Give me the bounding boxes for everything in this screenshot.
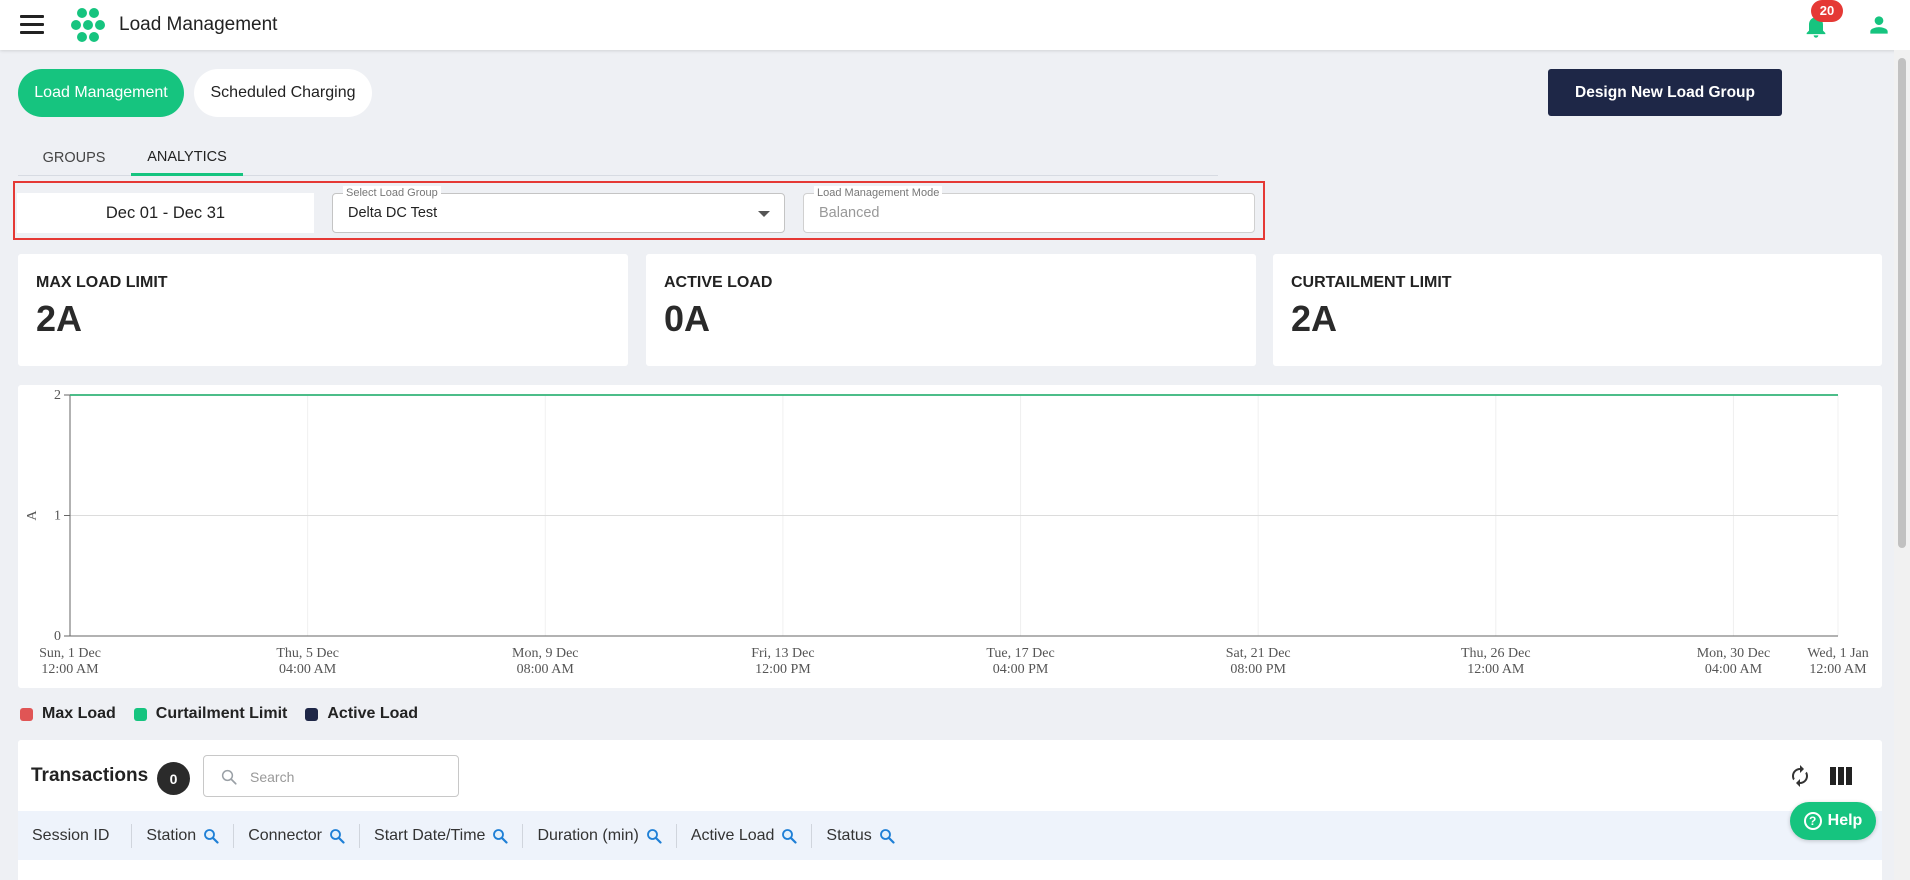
stat-value: 0A: [664, 298, 711, 339]
stat-card-active-load: ACTIVE LOAD 0A: [646, 254, 1256, 366]
legend-swatch: [20, 707, 33, 721]
column-header-label: Station: [146, 826, 197, 844]
search-icon: [221, 769, 237, 785]
load-group-select[interactable]: Select Load Group Delta DC Test: [332, 186, 785, 233]
transactions-table-header: Session ID Station Connector Start Date/Tim…: [18, 811, 1882, 860]
user-icon[interactable]: [1866, 12, 1892, 38]
legend-label: Active Load: [327, 705, 419, 722]
refresh-icon[interactable]: [1788, 764, 1812, 788]
chart-x-tick-label: 12:00 AM: [1467, 662, 1525, 677]
column-header[interactable]: Start Date/Time: [360, 823, 524, 848]
chart-x-tick-label: Mon, 9 Dec: [512, 646, 579, 661]
transactions-count-badge: 0: [157, 762, 190, 795]
chart-x-tick-label: 08:00 PM: [1230, 662, 1286, 677]
column-header[interactable]: Status: [812, 824, 908, 848]
column-filter-icon[interactable]: [781, 828, 798, 844]
stat-label: CURTAILMENT LIMIT: [1291, 274, 1452, 291]
chart-x-tick-label: 12:00 PM: [755, 662, 811, 677]
chart-x-tick-label: Thu, 5 Dec: [276, 646, 339, 661]
column-header[interactable]: Active Load: [677, 823, 813, 848]
chart-x-tick-label: Mon, 30 Dec: [1697, 646, 1771, 661]
help-button[interactable]: ? Help: [1790, 802, 1876, 840]
help-icon: ?: [1803, 812, 1822, 830]
column-filter-icon[interactable]: [646, 828, 662, 844]
chart-x-tick-label: Sat, 21 Dec: [1226, 646, 1291, 661]
search-input[interactable]: [250, 766, 450, 788]
mode-value: Balanced: [819, 205, 880, 221]
columns-icon[interactable]: [1830, 766, 1852, 786]
column-header-label: Duration (min): [537, 826, 639, 844]
chart-y-tick-label: 0: [54, 629, 61, 644]
load-chart-svg: 012ASun, 1 Dec12:00 AMThu, 5 Dec04:00 AM…: [25, 388, 1869, 677]
load-chart: 0 1 2 A Sun, 1 Dec 12:00 AM Thu, 5 Dec 04:00 AM…: [18, 385, 1882, 688]
tab-bar: GROUPS ANALYTICS: [18, 140, 1218, 176]
legend-item[interactable]: Active Load: [305, 705, 418, 723]
column-header-label: Session ID: [32, 826, 110, 844]
dropdown-caret-icon: [758, 211, 770, 217]
design-new-load-group-button[interactable]: Design New Load Group: [1548, 69, 1782, 116]
page-scrollbar[interactable]: [1894, 50, 1910, 880]
chart-x-tick-label: Fri, 13 Dec: [751, 646, 814, 661]
stat-card-curtailment-limit: CURTAILMENT LIMIT 2A: [1273, 254, 1882, 366]
notification-badge: 20: [1811, 0, 1843, 22]
column-filter-icon[interactable]: [492, 828, 509, 844]
date-range-picker[interactable]: Dec 01 - Dec 31: [17, 193, 314, 233]
hexagon-logo-icon: [71, 8, 105, 42]
chart-y-tick-label: 2: [54, 388, 61, 403]
column-header-label: Connector: [248, 826, 323, 844]
column-filter-icon[interactable]: [879, 828, 895, 844]
chart-x-tick-label: Thu, 26 Dec: [1461, 646, 1531, 661]
transactions-panel: Transactions 0 Session ID Station Connecto…: [18, 740, 1882, 880]
chart-x-tick-label: Tue, 17 Dec: [986, 646, 1054, 661]
load-management-mode-field: Load Management Mode Balanced: [803, 186, 1255, 233]
load-group-value: Delta DC Test: [348, 205, 438, 221]
legend-label: Curtailment Limit: [155, 705, 288, 722]
tab-groups[interactable]: GROUPS: [18, 140, 130, 176]
legend-label: Max Load: [42, 705, 116, 722]
column-header[interactable]: Session ID: [18, 823, 133, 848]
column-header-label: Start Date/Time: [374, 826, 486, 844]
transactions-search[interactable]: [203, 755, 459, 797]
stat-label: MAX LOAD LIMIT: [36, 274, 168, 291]
mode-label: Load Management Mode: [814, 186, 943, 200]
column-header-label: Status: [826, 826, 872, 844]
top-app-bar: Load Management 20: [0, 0, 1910, 50]
legend-item[interactable]: Max Load: [20, 705, 116, 723]
chart-x-tick-label: 04:00 AM: [279, 662, 337, 677]
column-header[interactable]: Station: [132, 823, 235, 848]
stat-card-max-load: MAX LOAD LIMIT 2A: [18, 254, 628, 366]
column-header[interactable]: Connector: [234, 823, 361, 848]
column-header-label: Active Load: [690, 826, 775, 844]
load-group-label: Select Load Group: [343, 186, 441, 200]
stat-value: 2A: [36, 298, 83, 339]
chart-y-axis-label: A: [25, 510, 40, 521]
stat-label: ACTIVE LOAD: [664, 274, 773, 291]
chart-x-tick-label: 12:00 AM: [1809, 662, 1867, 677]
chart-y-tick-label: 1: [54, 509, 61, 524]
transactions-title: Transactions: [31, 765, 149, 786]
scrollbar-thumb[interactable]: [1898, 58, 1906, 548]
chart-x-tick-label: 12:00 AM: [41, 662, 99, 677]
column-header[interactable]: Duration (min): [523, 823, 677, 848]
help-label: Help: [1827, 812, 1863, 829]
column-filter-icon[interactable]: [203, 828, 219, 844]
pill-load-management[interactable]: Load Management: [18, 69, 184, 117]
chart-x-tick-label: Sun, 1 Dec: [39, 646, 101, 661]
legend-swatch: [133, 707, 147, 721]
chart-x-tick-label: 04:00 PM: [993, 662, 1049, 677]
chart-x-tick-label: Wed, 1 Jan: [1807, 646, 1868, 661]
app-title: Load Management: [119, 14, 278, 35]
chart-x-tick-label: 08:00 AM: [517, 662, 575, 677]
legend-swatch: [305, 707, 319, 721]
pill-scheduled-charging[interactable]: Scheduled Charging: [194, 69, 372, 117]
column-filter-icon[interactable]: [329, 828, 345, 844]
stat-value: 2A: [1291, 298, 1338, 339]
tab-analytics[interactable]: ANALYTICS: [131, 140, 243, 176]
chart-legend: Max Load Curtailment Limit Active Load: [20, 704, 436, 724]
menu-icon[interactable]: [20, 15, 44, 35]
legend-item[interactable]: Curtailment Limit: [133, 705, 288, 723]
chart-x-tick-label: 04:00 AM: [1705, 662, 1763, 677]
